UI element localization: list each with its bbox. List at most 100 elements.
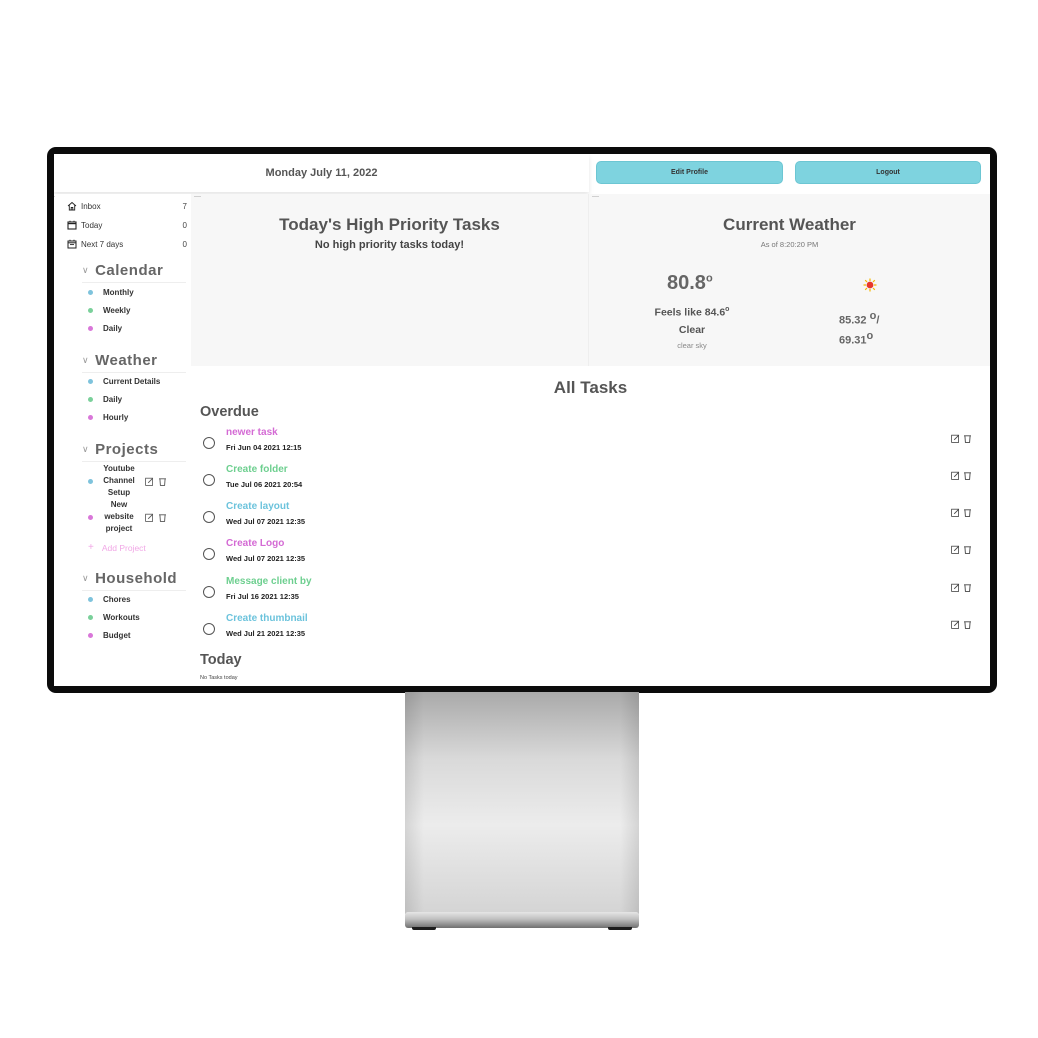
sidebar-item-hourly[interactable]: Hourly [88,413,128,422]
panel-collapse-toggle[interactable]: — [592,193,599,200]
task-title[interactable]: Create thumbnail [226,613,308,624]
task-row[interactable]: Message client by Fri Jul 16 2021 12:35 [202,576,972,606]
sidebar-item-budget[interactable]: Budget [88,631,131,640]
project-name-line: New [110,500,128,509]
task-row[interactable]: Create layout Wed Jul 07 2021 12:35 [202,501,972,531]
degree-symbol: o [866,330,874,342]
section-title: Calendar [95,262,164,279]
color-dot [88,379,93,384]
project-new-website-project[interactable]: New website project [88,499,188,535]
project-name-line: project [105,524,133,533]
edit-icon[interactable] [951,508,960,517]
task-title[interactable]: Create layout [226,501,289,512]
sidebar-item-next-7-days[interactable]: Next 7 days 0 [67,237,187,251]
plus-icon: + [88,542,94,553]
degree-symbol: o [705,272,713,285]
sidebar: — Inbox 7 Today 0 [54,193,191,686]
sidebar-item-label: Hourly [103,413,129,422]
task-title[interactable]: Message client by [226,576,312,587]
trash-icon[interactable] [963,508,972,517]
low-temp-value: 69.31 [839,334,867,347]
task-actions [951,545,972,554]
projects-section-header[interactable]: ∨ Projects [82,441,158,458]
sidebar-collapse-toggle[interactable]: — [54,193,55,200]
task-title[interactable]: Create folder [226,464,288,475]
trash-icon[interactable] [158,477,167,486]
task-row[interactable]: Create folder Tue Jul 06 2021 20:54 [202,464,972,494]
color-dot [88,615,93,620]
color-dot [88,597,93,602]
stand-foot [608,927,632,930]
task-title[interactable]: Create Logo [226,538,284,549]
chevron-down-icon: ∨ [82,265,90,275]
sidebar-item-workouts[interactable]: Workouts [88,613,140,622]
calendar-section-header[interactable]: ∨ Calendar [82,262,163,279]
sidebar-item-monthly[interactable]: Monthly [88,288,134,297]
monitor-stand-base [405,912,639,928]
edit-icon[interactable] [145,477,154,486]
high-temp-value: 85.32 [839,314,870,327]
next-7-days-count: 0 [182,239,187,249]
edit-icon[interactable] [951,545,960,554]
all-tasks-title: All Tasks [553,378,628,397]
task-complete-checkbox[interactable] [203,511,215,523]
sidebar-item-inbox[interactable]: Inbox 7 [67,199,187,213]
chevron-down-icon: ∨ [82,573,90,583]
project-actions [145,513,167,522]
edit-icon[interactable] [951,583,960,592]
trash-icon[interactable] [963,471,972,480]
task-actions [951,620,972,629]
trash-icon[interactable] [963,545,972,554]
app-screen: Monday July 11, 2022 Edit Profile Logout… [54,154,990,686]
add-project-label: Add Project [101,542,146,553]
task-row[interactable]: Create thumbnail Wed Jul 21 2021 12:35 [202,613,972,643]
task-due-date: Wed Jul 21 2021 12:35 [226,629,306,638]
edit-icon[interactable] [951,434,960,443]
all-tasks-section: All Tasks Overdue newer task Fri Jun 04 2… [191,366,990,686]
task-row[interactable]: newer task Fri Jun 04 2021 12:15 [202,427,972,457]
trash-icon[interactable] [963,434,972,443]
edit-icon[interactable] [145,513,154,522]
panel-collapse-toggle[interactable]: — [194,193,201,200]
edit-icon[interactable] [951,620,960,629]
task-title[interactable]: newer task [226,427,278,438]
sidebar-item-weather-daily[interactable]: Daily [88,395,122,404]
sun-icon [863,278,877,292]
project-youtube-channel-setup[interactable]: Youtube Channel Setup [88,463,188,499]
high-priority-empty-message: No high priority tasks today! [314,239,465,251]
sidebar-item-today[interactable]: Today 0 [67,218,187,232]
sidebar-item-chores[interactable]: Chores [88,595,131,604]
task-complete-checkbox[interactable] [203,623,215,635]
task-row[interactable]: Create Logo Wed Jul 07 2021 12:35 [202,538,972,568]
sidebar-item-label: Monthly [103,288,134,297]
edit-icon[interactable] [951,471,960,480]
top-bar: Monday July 11, 2022 Edit Profile Logout [54,154,990,194]
sidebar-item-current-details[interactable]: Current Details [88,377,160,386]
temp-separator: / [876,314,880,327]
sidebar-item-daily[interactable]: Daily [88,324,122,333]
monitor-frame: Monday July 11, 2022 Edit Profile Logout… [47,147,997,693]
sidebar-item-label: Workouts [103,613,140,622]
trash-icon[interactable] [963,583,972,592]
project-name-line: Setup [107,488,131,497]
chevron-down-icon: ∨ [82,355,90,365]
weather-section-header[interactable]: ∨ Weather [82,352,158,369]
task-due-date: Wed Jul 07 2021 12:35 [226,554,306,563]
sidebar-item-label: Chores [103,595,131,604]
high-temperature: 85.32 o/ [839,310,909,327]
task-complete-checkbox[interactable] [203,586,215,598]
trash-icon[interactable] [158,513,167,522]
today-heading: Today [200,652,242,668]
sidebar-item-label: Daily [103,395,123,404]
logout-button[interactable]: Logout [795,161,981,184]
weather-title: Current Weather [723,215,856,234]
task-due-date: Fri Jul 16 2021 12:35 [226,592,299,601]
sidebar-item-weekly[interactable]: Weekly [88,306,130,315]
task-complete-checkbox[interactable] [203,548,215,560]
task-complete-checkbox[interactable] [203,437,215,449]
add-project-button[interactable]: + Add Project [88,542,146,553]
trash-icon[interactable] [963,620,972,629]
household-section-header[interactable]: ∨ Household [82,570,177,587]
edit-profile-button[interactable]: Edit Profile [596,161,783,184]
task-complete-checkbox[interactable] [203,474,215,486]
